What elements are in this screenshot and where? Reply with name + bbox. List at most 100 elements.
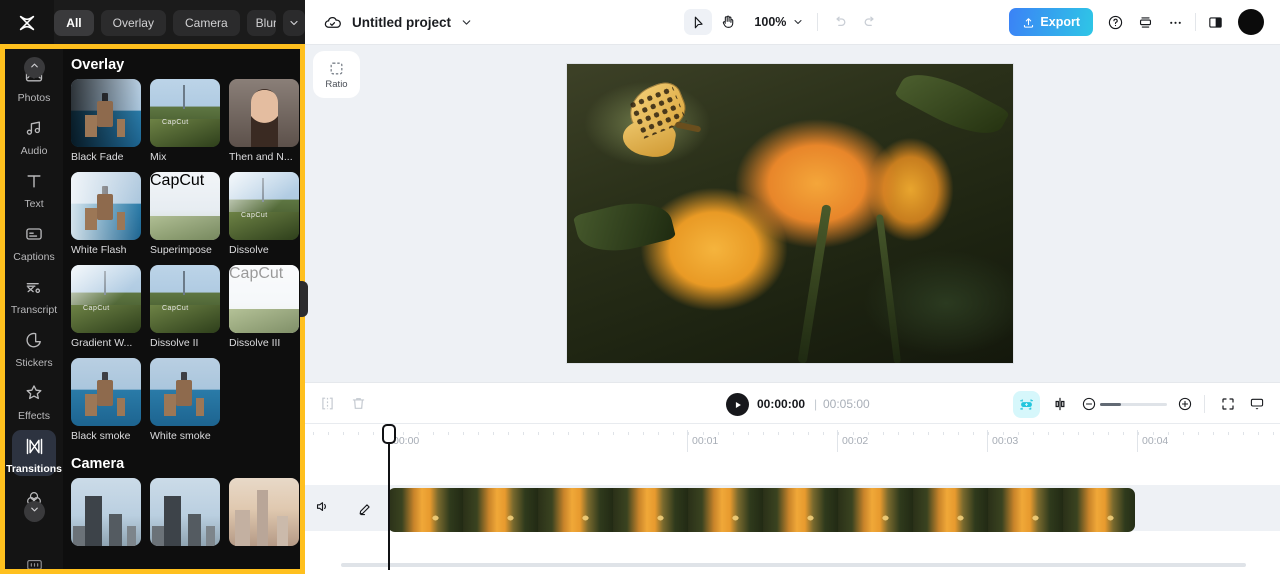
- auto-enhance-icon: [1020, 399, 1034, 410]
- ruler-tick: [1168, 432, 1169, 435]
- transcript-icon: [5, 277, 63, 303]
- project-name[interactable]: Untitled project: [352, 15, 451, 30]
- chip-expand-button[interactable]: [282, 9, 305, 36]
- fit-to-screen-icon: [1222, 398, 1234, 410]
- ratio-button[interactable]: Ratio: [313, 51, 360, 98]
- hand-tool-button[interactable]: [714, 9, 742, 35]
- video-preview-canvas[interactable]: [566, 63, 1014, 364]
- ruler-tick: [1228, 432, 1229, 435]
- export-button[interactable]: Export: [1009, 8, 1093, 36]
- avatar[interactable]: [1238, 9, 1264, 35]
- total-timecode: 00:05:00: [823, 397, 870, 411]
- transition-card[interactable]: CapCut Dissolve II: [150, 265, 220, 349]
- select-tool-button[interactable]: [684, 9, 713, 35]
- transition-thumbnail: [150, 358, 220, 426]
- ruler-tick: [1213, 432, 1214, 435]
- timeline-ruler[interactable]: 00:00 00:01 00:02 00:03 00:04: [305, 424, 1280, 456]
- horizontal-scrollbar[interactable]: [341, 563, 1246, 567]
- split-clip-icon: [322, 397, 333, 410]
- ruler-tick: [853, 432, 854, 435]
- transition-card[interactable]: CapCut Superimpose: [150, 172, 220, 256]
- sidebar-item-audio[interactable]: Audio: [5, 110, 63, 163]
- transition-label: Dissolve III: [229, 337, 281, 349]
- timeline-zoom-slider[interactable]: [1100, 403, 1167, 406]
- chip-blur[interactable]: Blur: [246, 9, 276, 36]
- zoom-in-button[interactable]: [1177, 396, 1193, 412]
- fit-to-screen-button[interactable]: [1220, 396, 1236, 412]
- sidebar-item-text[interactable]: Text: [5, 163, 63, 216]
- capcut-editor-window: All Overlay Camera Blur Photos Audio Tex…: [0, 0, 1280, 574]
- track-edit-button[interactable]: [344, 490, 385, 528]
- ruler-tick: [1003, 432, 1004, 435]
- snap-to-clip-icon: [1055, 397, 1065, 411]
- ruler-tick: [703, 432, 704, 435]
- print-button[interactable]: [1137, 14, 1154, 31]
- transition-label: Gradient W...: [71, 337, 133, 349]
- transition-card[interactable]: Black Fade: [71, 79, 141, 163]
- transition-card[interactable]: CapCut Gradient W...: [71, 265, 141, 349]
- redo-button[interactable]: [862, 14, 879, 31]
- transition-card[interactable]: White Flash: [71, 172, 141, 256]
- transition-card[interactable]: CapCut Mix: [150, 79, 220, 163]
- ruler-tick: [1138, 432, 1139, 435]
- delete-button[interactable]: [350, 395, 367, 412]
- ruler-tick: [433, 432, 434, 435]
- zoom-chevron-down-icon[interactable]: [792, 16, 804, 28]
- thumb-watermark: CapCut: [150, 172, 205, 189]
- transition-card[interactable]: White smoke: [150, 358, 220, 442]
- chip-camera[interactable]: Camera: [172, 9, 240, 36]
- transition-card[interactable]: CapCut Dissolve III: [229, 265, 299, 349]
- app-logo[interactable]: [0, 0, 55, 45]
- transition-thumbnail: CapCut: [150, 265, 220, 333]
- layout-toggle-button[interactable]: [1207, 14, 1224, 31]
- transition-card[interactable]: [229, 478, 299, 546]
- sidebar-item-captions[interactable]: Captions: [5, 216, 63, 269]
- zoom-level-value[interactable]: 100%: [754, 15, 786, 29]
- more-options-button[interactable]: [1167, 14, 1184, 31]
- ruler-tick: [1153, 432, 1154, 435]
- section-title-overlay: Overlay: [71, 57, 125, 73]
- timeline-display-button[interactable]: [1249, 396, 1265, 412]
- sidebar-item-shortcuts[interactable]: [5, 547, 63, 574]
- leaf-shape: [894, 64, 1010, 148]
- snap-toggle-button[interactable]: [1052, 396, 1068, 412]
- sidebar-item-photos[interactable]: Photos: [5, 57, 63, 110]
- ruler-tick: [313, 432, 314, 435]
- transitions-browser[interactable]: Overlay Black Fade CapCut Mix Then and N…: [63, 49, 300, 570]
- ruler-tick: [1273, 432, 1274, 435]
- transition-thumbnail: [71, 79, 141, 147]
- chip-overlay[interactable]: Overlay: [100, 9, 166, 36]
- hand-pan-icon: [723, 15, 734, 28]
- undo-button[interactable]: [831, 14, 848, 31]
- sidebar-item-stickers[interactable]: Stickers: [5, 322, 63, 375]
- transition-card[interactable]: CapCut Dissolve: [229, 172, 299, 256]
- transition-thumbnail: [71, 358, 141, 426]
- track-volume-button[interactable]: [314, 498, 331, 520]
- ruler-label: 00:04: [1142, 435, 1169, 447]
- help-button[interactable]: [1107, 14, 1124, 31]
- sidebar-label-transcript: Transcript: [10, 304, 58, 316]
- cloud-saved-icon[interactable]: [323, 13, 342, 32]
- sidebar-item-transitions[interactable]: Transitions: [5, 428, 63, 481]
- panel-resize-handle[interactable]: [300, 281, 308, 317]
- sidebar-item-effects[interactable]: Effects: [5, 375, 63, 428]
- transition-card[interactable]: [150, 478, 220, 546]
- auto-enhance-button[interactable]: [1013, 391, 1040, 418]
- transition-card[interactable]: [71, 478, 141, 546]
- timeline-toolbar: 00:00:00 | 00:05:00: [305, 382, 1280, 424]
- ruler-tick: [463, 432, 464, 435]
- photos-collapse-badge[interactable]: [24, 57, 45, 78]
- split-clip-button[interactable]: [319, 395, 336, 412]
- filters-expand-badge[interactable]: [24, 501, 45, 522]
- project-menu-chevron-down-icon[interactable]: [460, 16, 473, 29]
- sidebar-item-transcript[interactable]: Transcript: [5, 269, 63, 322]
- play-button[interactable]: [726, 393, 749, 416]
- transition-card[interactable]: Then and N...: [229, 79, 299, 163]
- sidebar-item-filters[interactable]: [5, 481, 63, 522]
- zoom-out-button[interactable]: [1081, 396, 1097, 412]
- ruler-tick: [598, 432, 599, 435]
- chip-all[interactable]: All: [54, 9, 94, 36]
- transition-card[interactable]: Black smoke: [71, 358, 141, 442]
- video-clip[interactable]: [388, 488, 1135, 532]
- section-title-camera: Camera: [71, 456, 125, 472]
